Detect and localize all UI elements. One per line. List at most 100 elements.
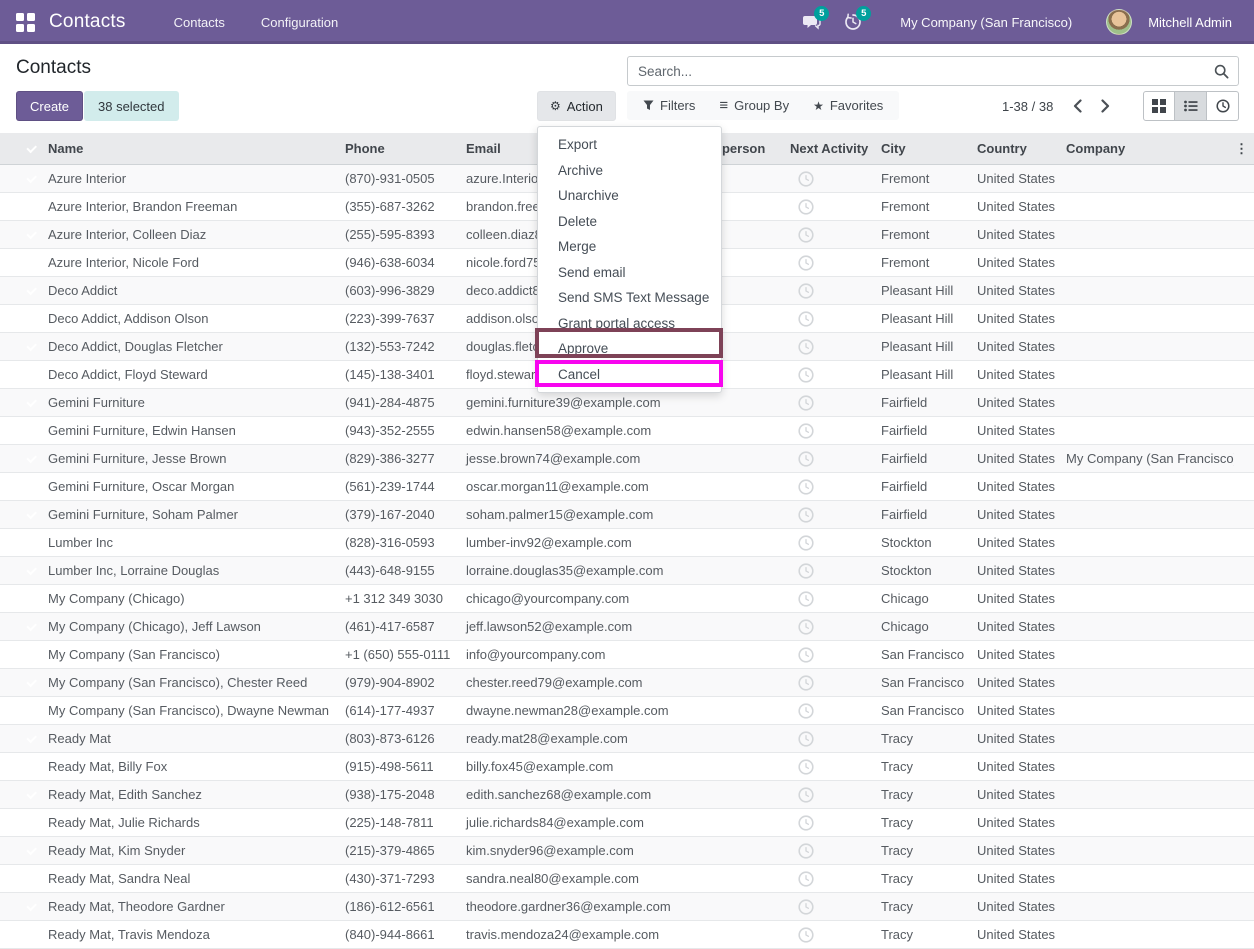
- schedule-activity-clock-icon[interactable]: [798, 255, 865, 271]
- schedule-activity-clock-icon[interactable]: [798, 703, 865, 719]
- search-icon[interactable]: [1214, 64, 1229, 79]
- schedule-activity-clock-icon[interactable]: [798, 311, 865, 327]
- column-header-next-activity[interactable]: Next Activity: [782, 141, 873, 156]
- nav-menu-configuration[interactable]: Configuration: [247, 9, 352, 36]
- filter-funnel-icon: [643, 100, 654, 111]
- cell-city: Fairfield: [873, 451, 969, 466]
- schedule-activity-clock-icon[interactable]: [798, 731, 865, 747]
- navbar-right: 5 5 My Company (San Francisco) Mitchell …: [794, 7, 1254, 37]
- favorites-button[interactable]: ★ Favorites: [801, 91, 895, 120]
- kanban-view-button[interactable]: [1143, 91, 1175, 121]
- cell-next-activity: [782, 899, 873, 915]
- table-row[interactable]: Ready Mat, Julie Richards (225)-148-7811…: [0, 809, 1254, 837]
- column-header-company[interactable]: Company: [1058, 141, 1234, 156]
- schedule-activity-clock-icon[interactable]: [798, 787, 865, 803]
- schedule-activity-clock-icon[interactable]: [798, 563, 865, 579]
- column-header-country[interactable]: Country: [969, 141, 1058, 156]
- schedule-activity-clock-icon[interactable]: [798, 815, 865, 831]
- schedule-activity-clock-icon[interactable]: [798, 171, 865, 187]
- action-menu-item-send-email[interactable]: Send email: [538, 260, 721, 286]
- action-menu-item-archive[interactable]: Archive: [538, 158, 721, 184]
- schedule-activity-clock-icon[interactable]: [798, 591, 865, 607]
- column-header-name[interactable]: Name: [40, 141, 337, 156]
- optional-columns-icon[interactable]: ⋮: [1234, 141, 1254, 157]
- search-box: [627, 56, 1239, 86]
- groupby-label: Group By: [734, 98, 789, 113]
- table-row[interactable]: Lumber Inc (828)-316-0593 lumber-inv92@e…: [0, 529, 1254, 557]
- table-row[interactable]: Ready Mat, Kim Snyder (215)-379-4865 kim…: [0, 837, 1254, 865]
- schedule-activity-clock-icon[interactable]: [798, 199, 865, 215]
- action-menu-item-cancel[interactable]: Cancel: [538, 362, 721, 388]
- schedule-activity-clock-icon[interactable]: [798, 339, 865, 355]
- table-row[interactable]: Gemini Furniture, Soham Palmer (379)-167…: [0, 501, 1254, 529]
- schedule-activity-clock-icon[interactable]: [798, 675, 865, 691]
- table-row[interactable]: Lumber Inc, Lorraine Douglas (443)-648-9…: [0, 557, 1254, 585]
- table-row[interactable]: My Company (Chicago), Jeff Lawson (461)-…: [0, 613, 1254, 641]
- schedule-activity-clock-icon[interactable]: [798, 423, 865, 439]
- cell-city: Fremont: [873, 227, 969, 242]
- table-row[interactable]: Ready Mat, Sandra Neal (430)-371-7293 sa…: [0, 865, 1254, 893]
- schedule-activity-clock-icon[interactable]: [798, 871, 865, 887]
- cell-country: United States: [969, 535, 1058, 550]
- schedule-activity-clock-icon[interactable]: [798, 619, 865, 635]
- filters-button[interactable]: Filters: [631, 91, 707, 120]
- action-menu-item-delete[interactable]: Delete: [538, 209, 721, 235]
- cell-city: Tracy: [873, 815, 969, 830]
- table-row[interactable]: Gemini Furniture, Oscar Morgan (561)-239…: [0, 473, 1254, 501]
- action-menu-item-send-sms-text-message[interactable]: Send SMS Text Message: [538, 285, 721, 311]
- groupby-button[interactable]: ≡ Group By: [707, 91, 801, 120]
- cell-country: United States: [969, 227, 1058, 242]
- table-row[interactable]: Ready Mat, Travis Mendoza (840)-944-8661…: [0, 921, 1254, 949]
- table-row[interactable]: Gemini Furniture, Jesse Brown (829)-386-…: [0, 445, 1254, 473]
- table-row[interactable]: Gemini Furniture, Edwin Hansen (943)-352…: [0, 417, 1254, 445]
- schedule-activity-clock-icon[interactable]: [798, 647, 865, 663]
- pager-previous-icon[interactable]: [1065, 93, 1089, 119]
- action-menu-item-merge[interactable]: Merge: [538, 234, 721, 260]
- table-row[interactable]: Ready Mat, Edith Sanchez (938)-175-2048 …: [0, 781, 1254, 809]
- nav-menu-contacts[interactable]: Contacts: [160, 9, 239, 36]
- user-avatar[interactable]: [1106, 9, 1132, 35]
- column-header-city[interactable]: City: [873, 141, 969, 156]
- action-menu-item-grant-portal-access[interactable]: Grant portal access: [538, 311, 721, 337]
- activities-button[interactable]: 5: [836, 7, 870, 37]
- company-switcher[interactable]: My Company (San Francisco): [878, 15, 1098, 30]
- schedule-activity-clock-icon[interactable]: [798, 535, 865, 551]
- column-header-phone[interactable]: Phone: [337, 141, 458, 156]
- schedule-activity-clock-icon[interactable]: [798, 395, 865, 411]
- schedule-activity-clock-icon[interactable]: [798, 451, 865, 467]
- schedule-activity-clock-icon[interactable]: [798, 899, 865, 915]
- app-brand[interactable]: Contacts: [49, 11, 126, 33]
- table-row[interactable]: Gemini Furniture (941)-284-4875 gemini.f…: [0, 389, 1254, 417]
- schedule-activity-clock-icon[interactable]: [798, 843, 865, 859]
- create-button[interactable]: Create: [16, 91, 83, 121]
- schedule-activity-clock-icon[interactable]: [798, 507, 865, 523]
- table-row[interactable]: My Company (San Francisco), Dwayne Newma…: [0, 697, 1254, 725]
- cell-name: Azure Interior, Colleen Diaz: [40, 227, 337, 242]
- action-menu-item-export[interactable]: Export: [538, 132, 721, 158]
- cell-next-activity: [782, 535, 873, 551]
- schedule-activity-clock-icon[interactable]: [798, 283, 865, 299]
- cell-name: Gemini Furniture, Edwin Hansen: [40, 423, 337, 438]
- action-menu-item-approve[interactable]: Approve: [538, 336, 721, 362]
- table-row[interactable]: Ready Mat, Theodore Gardner (186)-612-65…: [0, 893, 1254, 921]
- table-row[interactable]: Ready Mat, Billy Fox (915)-498-5611 bill…: [0, 753, 1254, 781]
- messages-button[interactable]: 5: [794, 7, 828, 37]
- schedule-activity-clock-icon[interactable]: [798, 479, 865, 495]
- user-menu[interactable]: Mitchell Admin: [1140, 15, 1242, 30]
- pager-next-icon[interactable]: [1093, 93, 1117, 119]
- list-view-button[interactable]: [1175, 91, 1207, 121]
- search-input[interactable]: [628, 57, 1238, 85]
- schedule-activity-clock-icon[interactable]: [798, 367, 865, 383]
- table-row[interactable]: My Company (San Francisco) +1 (650) 555-…: [0, 641, 1254, 669]
- schedule-activity-clock-icon[interactable]: [798, 759, 865, 775]
- selected-count-badge[interactable]: 38 selected: [84, 91, 179, 121]
- action-button[interactable]: ⚙ Action: [537, 91, 616, 121]
- cell-country: United States: [969, 815, 1058, 830]
- action-menu-item-unarchive[interactable]: Unarchive: [538, 183, 721, 209]
- table-row[interactable]: Ready Mat (803)-873-6126 ready.mat28@exa…: [0, 725, 1254, 753]
- table-row[interactable]: My Company (Chicago) +1 312 349 3030 chi…: [0, 585, 1254, 613]
- activity-view-button[interactable]: [1207, 91, 1239, 121]
- table-row[interactable]: My Company (San Francisco), Chester Reed…: [0, 669, 1254, 697]
- schedule-activity-clock-icon[interactable]: [798, 227, 865, 243]
- apps-menu-icon[interactable]: [16, 13, 35, 32]
